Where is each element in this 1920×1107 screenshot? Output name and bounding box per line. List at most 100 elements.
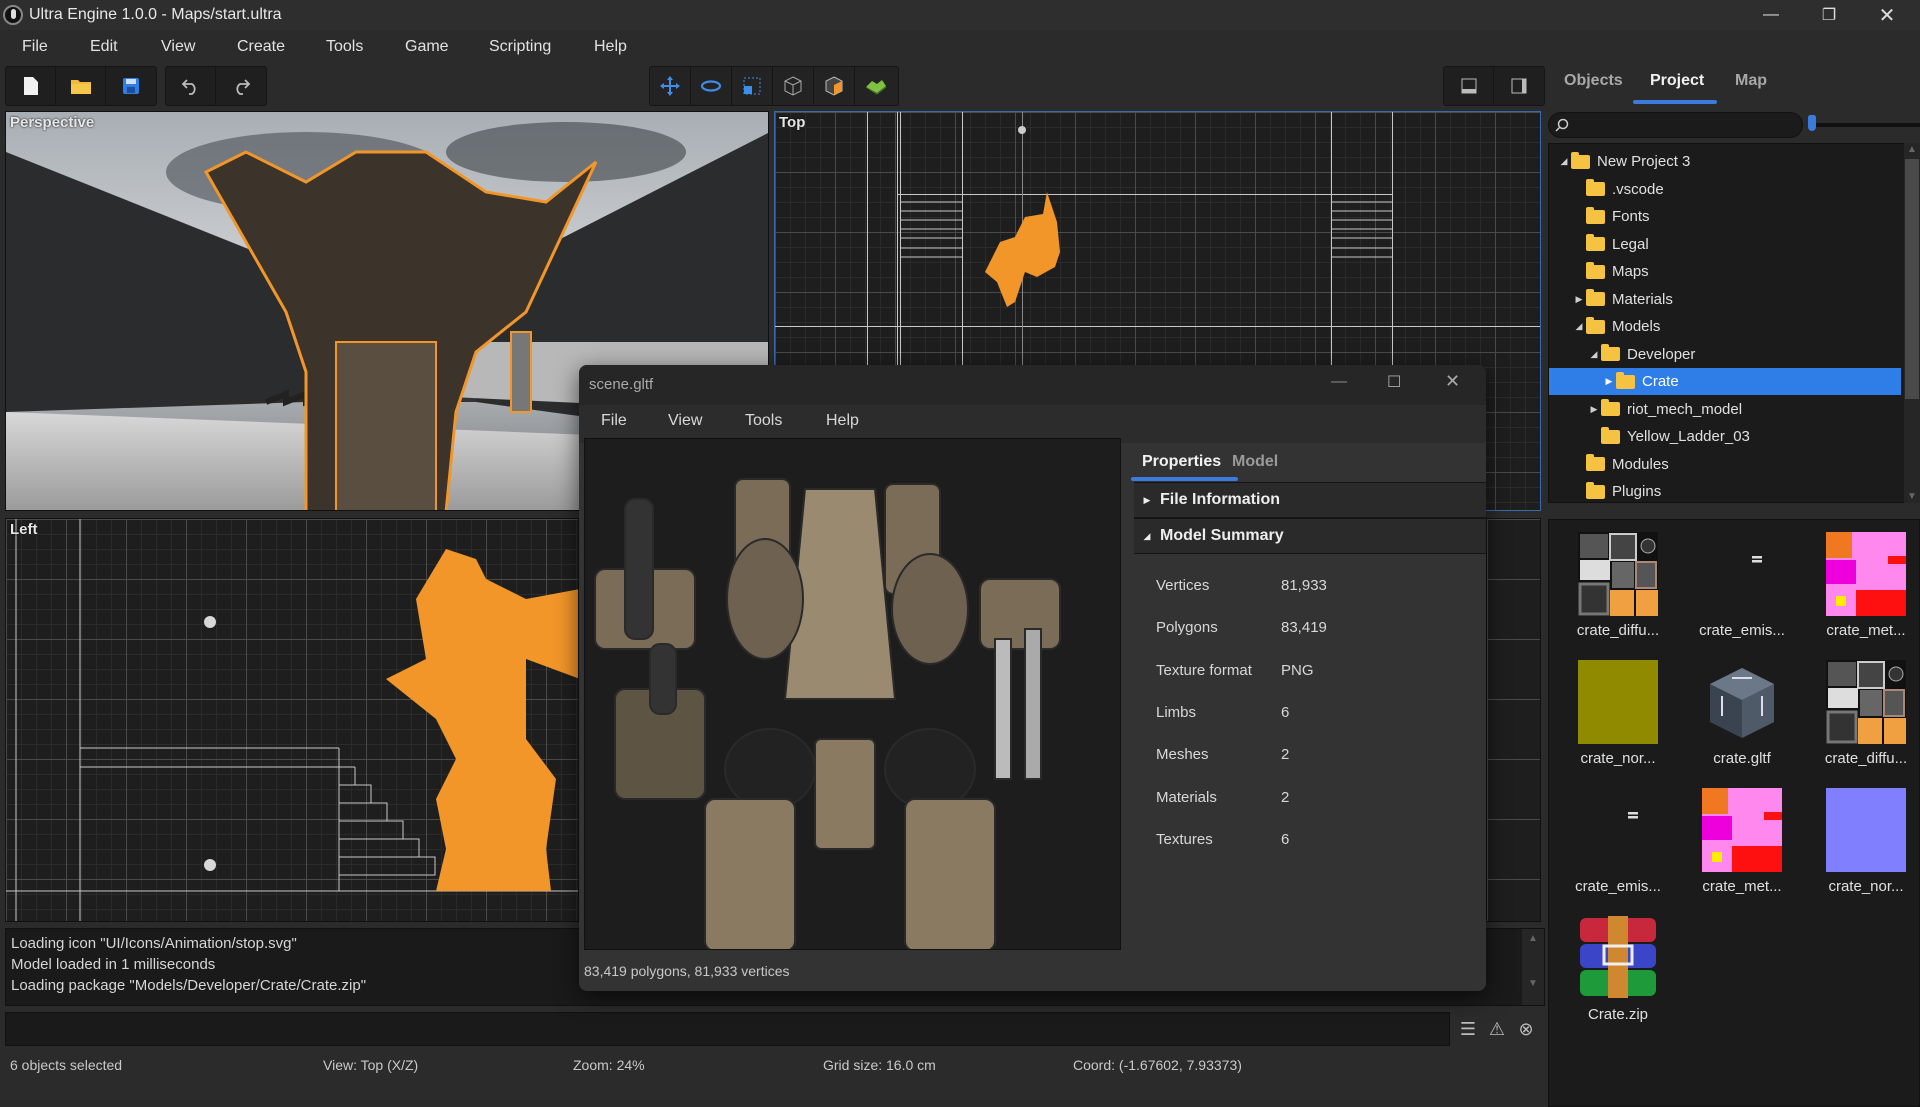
tab-objects[interactable]: Objects (1564, 72, 1623, 90)
summary-value: 2 (1281, 746, 1290, 764)
tree-item[interactable]: Plugins (1549, 478, 1901, 502)
save-icon (123, 78, 139, 94)
front-viewport[interactable] (1486, 518, 1541, 922)
redo-button[interactable] (216, 67, 266, 105)
command-input[interactable] (5, 1012, 1450, 1046)
asset-browser[interactable]: crate_diffu... crate_emis... crate_met... c… (1548, 519, 1920, 1107)
section-file-information[interactable]: ▶ File Information (1134, 482, 1486, 518)
project-tree[interactable]: ◢ New Project 3 .vscode Fonts Legal Maps ▶ Mate… (1548, 143, 1906, 503)
folder-icon (1586, 481, 1605, 499)
model-window-minimize-button[interactable]: — (1331, 373, 1347, 391)
expanded-caret-icon[interactable]: ◢ (1587, 349, 1601, 360)
minimize-button[interactable]: — (1742, 0, 1800, 30)
collapsed-caret-icon[interactable]: ▶ (1602, 376, 1616, 387)
log-filter-errors-button[interactable]: ⊗ (1512, 1014, 1540, 1044)
asset-name: crate_met... (1702, 878, 1782, 895)
toggle-side-panel-button[interactable] (1494, 67, 1544, 105)
tab-map[interactable]: Map (1735, 72, 1767, 90)
menu-scripting[interactable]: Scripting (489, 38, 551, 56)
scale-icon (743, 77, 761, 95)
terrain-button[interactable] (855, 67, 896, 105)
model-preview[interactable] (584, 438, 1121, 950)
asset-item[interactable]: crate_met... (1687, 788, 1797, 895)
model-menu-help[interactable]: Help (826, 412, 859, 430)
tree-item[interactable]: ▶ Materials (1549, 286, 1901, 313)
asset-name: crate_emis... (1699, 622, 1785, 639)
menu-create[interactable]: Create (237, 38, 285, 56)
scroll-thumb[interactable] (1905, 159, 1919, 399)
asset-item[interactable]: crate_diffu... (1811, 660, 1920, 767)
scroll-down-icon[interactable]: ▼ (1904, 491, 1920, 502)
expanded-caret-icon[interactable]: ◢ (1557, 156, 1571, 167)
model-menu-tools[interactable]: Tools (745, 412, 782, 430)
collapsed-caret-icon[interactable]: ▶ (1587, 404, 1601, 415)
tree-item[interactable]: ◢ Developer (1549, 341, 1901, 368)
tree-item[interactable]: ◢ Models (1549, 313, 1901, 340)
menu-help[interactable]: Help (594, 38, 627, 56)
asset-item[interactable]: Crate.zip (1563, 916, 1673, 1023)
scroll-up-icon[interactable]: ▲ (1904, 144, 1920, 155)
new-file-button[interactable] (6, 67, 56, 105)
log-filter-messages-button[interactable]: ☰ (1454, 1014, 1482, 1044)
asset-item[interactable]: crate_emis... (1687, 532, 1797, 639)
tree-item[interactable]: ▶ riot_mech_model (1549, 396, 1901, 423)
tree-item[interactable]: Yellow_Ladder_03 (1549, 423, 1901, 450)
asset-item[interactable]: crate_met... (1811, 532, 1920, 639)
search-input[interactable] (1548, 112, 1803, 138)
tree-item[interactable]: .vscode (1549, 176, 1901, 203)
asset-item[interactable]: crate_diffu... (1563, 532, 1673, 639)
close-button[interactable]: ✕ (1858, 0, 1916, 30)
status-zoom: Zoom: 24% (573, 1057, 645, 1073)
tree-item[interactable]: ◢ New Project 3 (1549, 148, 1901, 175)
log-scrollbar[interactable]: ▲ ▼ (1522, 929, 1544, 1005)
asset-item[interactable]: crate_emis... (1563, 788, 1673, 895)
asset-name: Crate.zip (1587, 1006, 1649, 1023)
model-window-titlebar[interactable]: scene.gltf — ☐ ✕ (579, 365, 1486, 405)
move-tool-button[interactable] (650, 67, 691, 105)
wireframe-mode-button[interactable] (773, 67, 814, 105)
model-menu-file[interactable]: File (601, 412, 627, 430)
asset-item[interactable]: crate_nor... (1811, 788, 1920, 895)
save-button[interactable] (106, 67, 156, 105)
model-window-close-button[interactable]: ✕ (1445, 371, 1460, 392)
expanded-caret-icon[interactable]: ◢ (1572, 321, 1586, 332)
tree-item[interactable]: ▶ Crate (1549, 368, 1901, 395)
solid-mode-button[interactable] (814, 67, 855, 105)
thumbnail-size-slider[interactable] (1811, 123, 1920, 127)
model-menu-view[interactable]: View (668, 412, 702, 430)
menu-game[interactable]: Game (405, 38, 449, 56)
menu-tools[interactable]: Tools (326, 38, 363, 56)
tab-properties[interactable]: Properties (1142, 453, 1221, 471)
undo-button[interactable] (166, 67, 216, 105)
model-stats-text: 83,419 polygons, 81,933 vertices (584, 963, 790, 979)
scroll-up-icon[interactable]: ▲ (1522, 933, 1544, 944)
tree-item[interactable]: Maps (1549, 258, 1901, 285)
summary-value: 6 (1281, 830, 1290, 848)
section-model-summary[interactable]: ◢ Model Summary (1134, 518, 1486, 554)
asset-item[interactable]: crate_nor... (1563, 660, 1673, 767)
menu-edit[interactable]: Edit (90, 38, 118, 56)
tree-item-label: Fonts (1612, 208, 1650, 225)
menu-file[interactable]: File (22, 38, 48, 56)
scroll-down-icon[interactable]: ▼ (1522, 978, 1544, 989)
asset-item[interactable]: crate.gltf (1687, 660, 1797, 767)
tree-item[interactable]: Fonts (1549, 203, 1901, 230)
log-filter-warnings-button[interactable]: ⚠ (1483, 1014, 1511, 1044)
tree-item[interactable]: Modules (1549, 451, 1901, 478)
model-window-maximize-button[interactable]: ☐ (1387, 372, 1401, 392)
tab-model[interactable]: Model (1232, 453, 1278, 471)
tree-scrollbar[interactable]: ▲ ▼ (1904, 143, 1920, 503)
tree-item[interactable]: Legal (1549, 231, 1901, 258)
toggle-bottom-panel-button[interactable] (1444, 67, 1494, 105)
rotate-tool-button[interactable] (691, 67, 732, 105)
restore-button[interactable]: ❐ (1800, 0, 1858, 30)
collapsed-caret-icon[interactable]: ▶ (1572, 294, 1586, 305)
model-viewer-window: scene.gltf — ☐ ✕ File View Tools Help 83… (579, 365, 1486, 991)
left-viewport[interactable]: Left (5, 518, 579, 922)
summary-label: Textures (1156, 830, 1213, 848)
open-button[interactable] (56, 67, 106, 105)
tab-project[interactable]: Project (1650, 72, 1704, 90)
scale-tool-button[interactable] (732, 67, 773, 105)
menu-view[interactable]: View (161, 38, 195, 56)
slider-thumb[interactable] (1808, 115, 1816, 131)
